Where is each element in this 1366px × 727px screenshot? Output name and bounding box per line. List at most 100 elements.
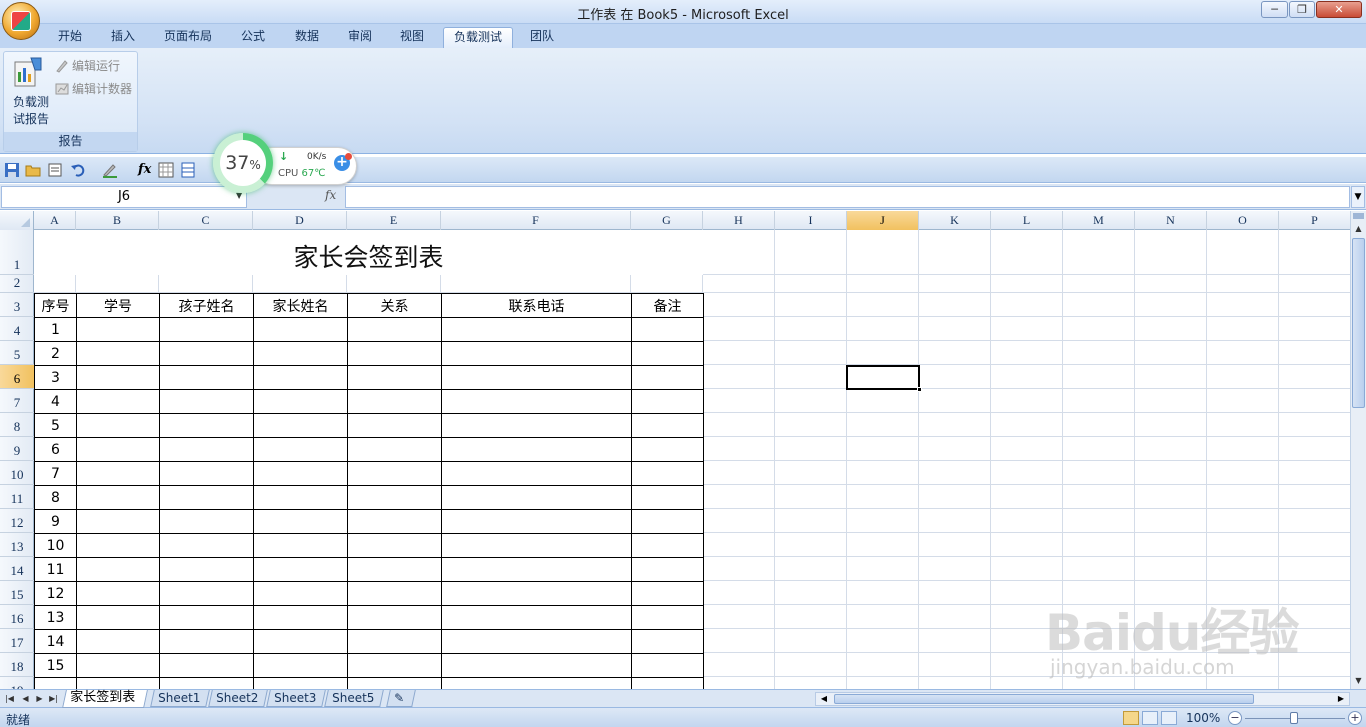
column-header-m[interactable]: M	[1063, 211, 1135, 230]
signin-table[interactable]: 序号 学号 孩子姓名 家长姓名 关系 联系电话 备注 1 2 3 4 5 6 7 8 9 10 11 12 13 14 1…	[34, 293, 704, 689]
table-cell[interactable]	[631, 605, 704, 630]
table-header-cell[interactable]: 学号	[76, 293, 160, 318]
table-cell[interactable]	[253, 557, 348, 582]
cells-area[interactable]: 家长会签到表 序号 学号 孩子姓名 家长姓名 关系 联系电话 备注 1 2 3 4 5 6 7 8 9 10 11…	[34, 230, 1350, 689]
split-handle[interactable]	[1353, 213, 1364, 219]
close-button[interactable]: ✕	[1316, 1, 1362, 18]
table-cell[interactable]	[253, 341, 348, 366]
serial-cell[interactable]: 2	[34, 341, 77, 366]
column-header-h[interactable]: H	[703, 211, 775, 230]
sheet-tab[interactable]: Sheet1	[150, 690, 210, 707]
table-cell[interactable]	[441, 509, 632, 534]
page-break-view-icon[interactable]	[1161, 711, 1177, 725]
row-header-13[interactable]: 13	[0, 533, 34, 557]
column-header-f[interactable]: F	[441, 211, 631, 230]
table-cell[interactable]	[631, 389, 704, 414]
table-cell[interactable]	[347, 605, 442, 630]
office-button[interactable]	[2, 2, 40, 40]
column-header-k[interactable]: K	[919, 211, 991, 230]
table-cell[interactable]	[253, 629, 348, 654]
serial-cell[interactable]: 10	[34, 533, 77, 558]
table-cell[interactable]	[441, 605, 632, 630]
table-cell[interactable]	[631, 461, 704, 486]
serial-cell[interactable]: 12	[34, 581, 77, 606]
table-cell[interactable]	[631, 677, 704, 689]
borders-icon[interactable]	[158, 162, 174, 178]
table-cell[interactable]	[347, 341, 442, 366]
table-cell[interactable]	[441, 581, 632, 606]
table-cell[interactable]	[159, 485, 254, 510]
table-cell[interactable]	[76, 557, 160, 582]
table-cell[interactable]	[347, 317, 442, 342]
table-cell[interactable]	[347, 629, 442, 654]
table-cell[interactable]	[76, 389, 160, 414]
serial-cell[interactable]: 4	[34, 389, 77, 414]
row-header-17[interactable]: 17	[0, 629, 34, 653]
table-cell[interactable]	[159, 341, 254, 366]
sheet-tab[interactable]: 家长签到表	[62, 690, 148, 708]
last-sheet-icon[interactable]: ▶|	[48, 692, 59, 705]
table-cell[interactable]	[441, 485, 632, 510]
rows-icon[interactable]	[180, 162, 196, 178]
column-header-p[interactable]: P	[1279, 211, 1350, 230]
row-header-3[interactable]: 3	[0, 293, 34, 317]
serial-cell[interactable]: 7	[34, 461, 77, 486]
table-cell[interactable]	[76, 437, 160, 462]
column-header-l[interactable]: L	[991, 211, 1063, 230]
sheet-title-cell[interactable]: 家长会签到表	[34, 230, 703, 275]
system-monitor-widget[interactable]: 37% ↓ 0K/s CPU 67℃ +	[213, 133, 359, 197]
serial-cell[interactable]: 14	[34, 629, 77, 654]
table-cell[interactable]	[76, 317, 160, 342]
table-cell[interactable]	[347, 533, 442, 558]
restore-button[interactable]: ❐	[1289, 1, 1315, 18]
table-cell[interactable]	[347, 581, 442, 606]
row-header-5[interactable]: 5	[0, 341, 34, 365]
expand-formula-bar-icon[interactable]: ▼	[1351, 186, 1365, 208]
fill-handle[interactable]	[917, 387, 922, 392]
table-cell[interactable]	[253, 389, 348, 414]
table-cell[interactable]	[441, 557, 632, 582]
scroll-up-icon[interactable]: ▲	[1352, 221, 1365, 237]
tab-home[interactable]: 开始	[48, 27, 92, 48]
column-header-j[interactable]: J	[847, 211, 919, 230]
load-test-report-button[interactable]: 负载测 试报告	[8, 94, 54, 128]
table-cell[interactable]	[347, 461, 442, 486]
table-cell[interactable]	[253, 653, 348, 678]
table-cell[interactable]	[159, 509, 254, 534]
table-cell[interactable]	[159, 389, 254, 414]
table-cell[interactable]	[76, 341, 160, 366]
table-cell[interactable]	[253, 605, 348, 630]
zoom-out-icon[interactable]: −	[1228, 711, 1242, 725]
table-cell[interactable]	[441, 365, 632, 390]
scroll-down-icon[interactable]: ▼	[1352, 673, 1365, 689]
table-cell[interactable]	[441, 389, 632, 414]
row-header-4[interactable]: 4	[0, 317, 34, 341]
table-cell[interactable]	[159, 533, 254, 558]
column-header-a[interactable]: A	[34, 211, 76, 230]
tab-data[interactable]: 数据	[285, 27, 329, 48]
zoom-in-icon[interactable]: +	[1348, 711, 1362, 725]
row-header-14[interactable]: 14	[0, 557, 34, 581]
table-cell[interactable]	[76, 677, 160, 689]
table-cell[interactable]	[76, 581, 160, 606]
table-cell[interactable]	[631, 557, 704, 582]
table-cell[interactable]	[159, 461, 254, 486]
table-cell[interactable]	[34, 677, 77, 689]
table-cell[interactable]	[441, 629, 632, 654]
tab-page-layout[interactable]: 页面布局	[154, 27, 222, 48]
table-cell[interactable]	[631, 341, 704, 366]
table-cell[interactable]	[159, 677, 254, 689]
serial-cell[interactable]: 3	[34, 365, 77, 390]
zoom-slider-thumb[interactable]	[1290, 712, 1298, 724]
formula-input[interactable]	[345, 186, 1350, 208]
serial-cell[interactable]: 15	[34, 653, 77, 678]
table-cell[interactable]	[76, 365, 160, 390]
insert-sheet-button[interactable]: ✎	[386, 690, 416, 707]
next-sheet-icon[interactable]: ▶	[34, 692, 45, 705]
table-cell[interactable]	[441, 653, 632, 678]
row-header-7[interactable]: 7	[0, 389, 34, 413]
table-cell[interactable]	[159, 413, 254, 438]
column-header-c[interactable]: C	[159, 211, 253, 230]
name-box[interactable]: J6	[1, 186, 247, 208]
first-sheet-icon[interactable]: |◀	[4, 692, 15, 705]
